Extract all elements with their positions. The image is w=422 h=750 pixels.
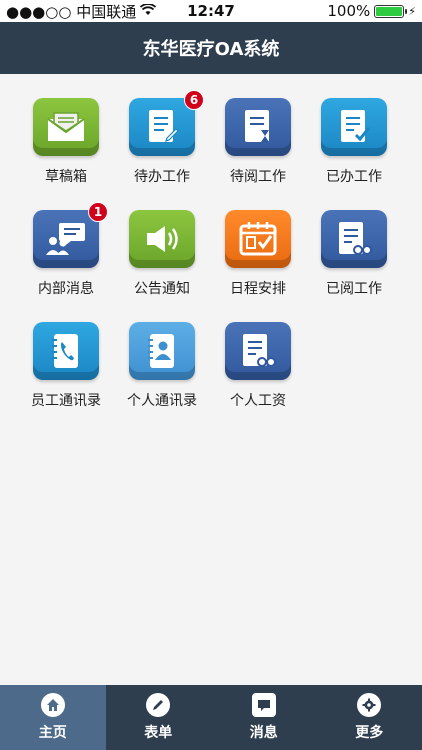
message-icon bbox=[251, 693, 276, 717]
notification-badge: 1 bbox=[88, 202, 108, 222]
tile-label: 草稿箱 bbox=[45, 169, 87, 185]
tab-forms[interactable]: 表单 bbox=[106, 685, 212, 750]
tab-label: 主页 bbox=[38, 725, 67, 741]
home-icon bbox=[40, 693, 65, 717]
carrier-text: ●●●○○ 中国联通 bbox=[6, 2, 137, 21]
calendar-icon bbox=[225, 210, 291, 268]
wifi-icon bbox=[140, 2, 157, 20]
document-hourglass-icon bbox=[225, 98, 291, 156]
document-glasses-icon bbox=[321, 210, 387, 268]
tile-label: 公告通知 bbox=[134, 281, 190, 297]
tile-label: 待阅工作 bbox=[230, 169, 286, 185]
battery-percent: 100% bbox=[327, 2, 371, 20]
tab-label: 更多 bbox=[355, 725, 384, 741]
salary-document-icon bbox=[225, 322, 291, 380]
notification-badge: 6 bbox=[184, 90, 204, 110]
tile-label: 已阅工作 bbox=[326, 281, 382, 297]
tile-drafts[interactable]: 草稿箱 bbox=[18, 74, 114, 186]
tile-personal-contacts[interactable]: 个人通讯录 bbox=[114, 298, 210, 410]
tile-done-work[interactable]: 已办工作 bbox=[306, 74, 402, 186]
tab-more[interactable]: 更多 bbox=[317, 685, 422, 750]
status-bar: ●●●○○ 中国联通 12:47 100% ⚡ bbox=[0, 0, 422, 22]
document-edit-icon: 6 bbox=[129, 90, 204, 156]
tab-messages[interactable]: 消息 bbox=[211, 685, 317, 750]
tile-label: 员工通讯录 bbox=[31, 393, 101, 409]
tile-label: 日程安排 bbox=[230, 281, 286, 297]
tile-label: 待办工作 bbox=[134, 169, 190, 185]
battery-fill bbox=[376, 6, 403, 16]
tile-announcements[interactable]: 公告通知 bbox=[114, 186, 210, 298]
tile-schedule[interactable]: 日程安排 bbox=[210, 186, 306, 298]
tile-pending-work[interactable]: 6 待办工作 bbox=[114, 74, 210, 186]
chat-users-icon: 1 bbox=[33, 202, 108, 268]
tab-home[interactable]: 主页 bbox=[0, 685, 106, 750]
nav-bar: 东华医疗OA系统 bbox=[0, 22, 422, 74]
gear-icon bbox=[357, 693, 382, 717]
speaker-icon bbox=[129, 210, 195, 268]
tile-to-read-work[interactable]: 待阅工作 bbox=[210, 74, 306, 186]
tile-personal-salary[interactable]: 个人工资 bbox=[210, 298, 306, 410]
tile-label: 个人通讯录 bbox=[127, 393, 197, 409]
charging-icon: ⚡ bbox=[408, 4, 416, 18]
pencil-icon bbox=[146, 693, 171, 717]
tile-read-work[interactable]: 已阅工作 bbox=[306, 186, 402, 298]
phone-book-icon bbox=[33, 322, 99, 380]
contact-book-icon bbox=[129, 322, 195, 380]
tab-label: 消息 bbox=[249, 725, 278, 741]
document-check-icon bbox=[321, 98, 387, 156]
battery-icon bbox=[374, 4, 408, 18]
tile-label: 个人工资 bbox=[230, 393, 286, 409]
envelope-icon bbox=[33, 98, 99, 156]
tab-bar: 主页 表单 消息 更多 bbox=[0, 685, 422, 750]
page-title: 东华医疗OA系统 bbox=[142, 39, 280, 60]
tab-label: 表单 bbox=[144, 725, 173, 741]
tile-label: 已办工作 bbox=[326, 169, 382, 185]
tile-internal-messages[interactable]: 1 内部消息 bbox=[18, 186, 114, 298]
tile-staff-directory[interactable]: 员工通讯录 bbox=[18, 298, 114, 410]
tile-label: 内部消息 bbox=[38, 281, 94, 297]
